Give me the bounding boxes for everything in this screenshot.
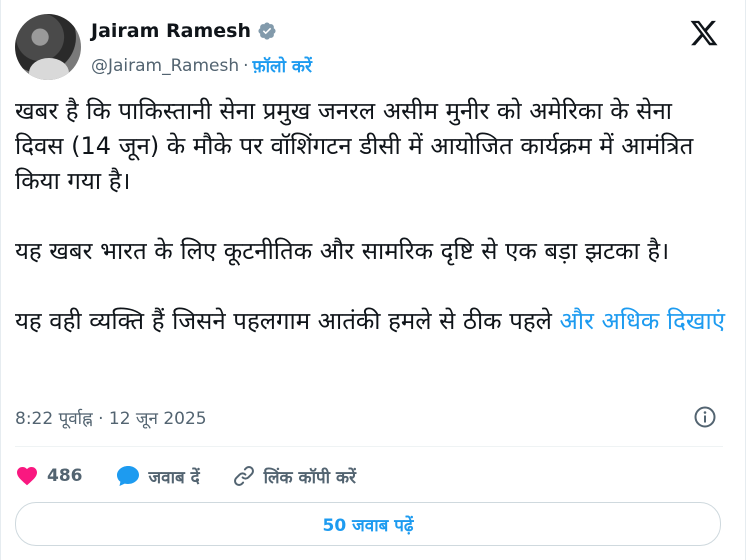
divider bbox=[15, 446, 723, 447]
info-icon[interactable] bbox=[693, 405, 717, 429]
author-handle[interactable]: @Jairam_Ramesh bbox=[91, 56, 239, 76]
tweet-paragraph-3-text: यह वही व्यक्ति हैं जिसने पहलगाम आतंकी हम… bbox=[15, 307, 552, 335]
read-replies-button[interactable]: 50 जवाब पढ़ें bbox=[15, 502, 721, 546]
heart-icon bbox=[17, 467, 37, 486]
separator-dot: · bbox=[243, 55, 249, 76]
tweet-text: खबर है कि पाकिस्तानी सेना प्रमुख जनरल अस… bbox=[15, 94, 725, 339]
tweet-header: Jairam Ramesh @Jairam_Ramesh · फ़ॉलो करे… bbox=[15, 14, 731, 84]
tweet-paragraph-2: यह खबर भारत के लिए कूटनीतिक और सामरिक दृ… bbox=[15, 237, 670, 265]
like-count: 486 bbox=[47, 466, 83, 486]
tweet-paragraph-3: यह वही व्यक्ति हैं जिसने पहलगाम आतंकी हम… bbox=[15, 304, 725, 339]
tweet-timestamp[interactable]: 8:22 पूर्वाह्न · 12 जून 2025 bbox=[15, 406, 207, 429]
copy-link-label: लिंक कॉपी करें bbox=[263, 467, 356, 488]
author-avatar[interactable] bbox=[15, 14, 81, 80]
x-logo-icon[interactable] bbox=[689, 18, 719, 48]
tweet-actions: 486 जवाब दें लिंक कॉपी करें bbox=[15, 456, 388, 496]
author-name-row: Jairam Ramesh bbox=[91, 20, 277, 42]
reply-label: जवाब दें bbox=[148, 467, 200, 488]
author-name[interactable]: Jairam Ramesh bbox=[91, 20, 251, 42]
author-handle-row: @Jairam_Ramesh · फ़ॉलो करें bbox=[91, 54, 312, 78]
link-icon bbox=[233, 466, 254, 486]
copy-link-button[interactable]: लिंक कॉपी करें bbox=[232, 464, 356, 488]
like-button[interactable]: 486 bbox=[15, 464, 83, 488]
tweet-paragraph-1: खबर है कि पाकिस्तानी सेना प्रमुख जनरल अस… bbox=[15, 97, 694, 195]
reply-bubble-icon bbox=[116, 466, 139, 486]
follow-button[interactable]: फ़ॉलो करें bbox=[253, 54, 312, 77]
show-more-link[interactable]: और अधिक दिखाएं bbox=[560, 307, 725, 335]
verified-badge-icon bbox=[258, 22, 276, 40]
reply-button[interactable]: जवाब दें bbox=[115, 464, 200, 488]
tweet-card: Jairam Ramesh @Jairam_Ramesh · फ़ॉलो करे… bbox=[0, 0, 746, 560]
